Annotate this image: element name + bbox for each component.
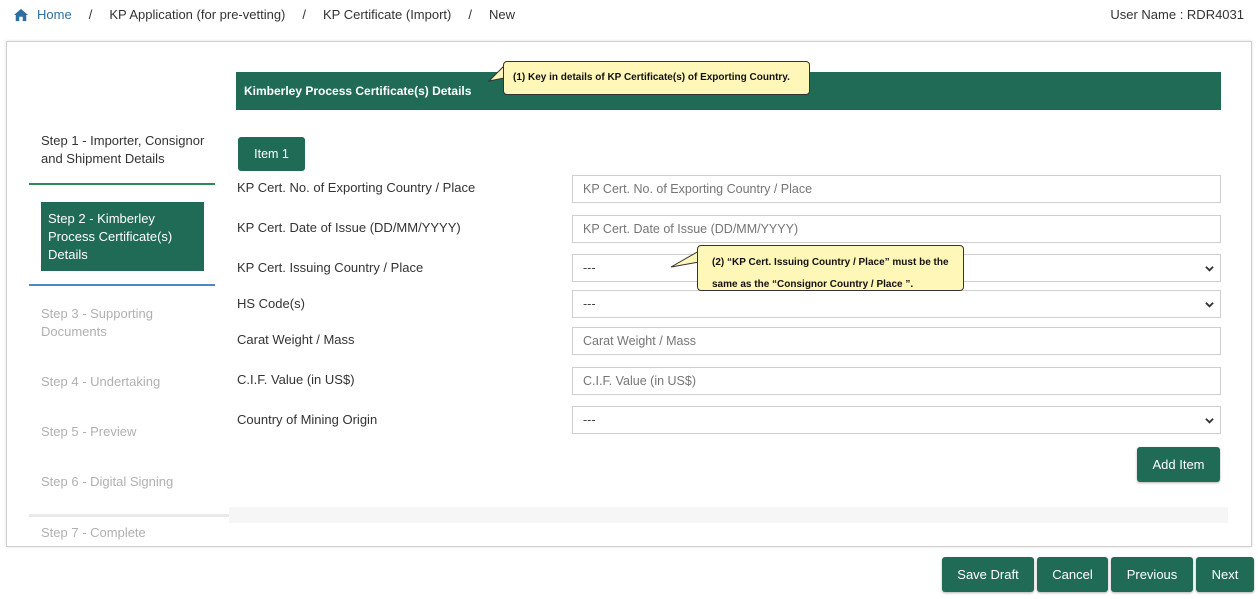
form-footer-strip: [229, 507, 1228, 523]
breadcrumb-separator: /: [468, 7, 472, 22]
carat-weight-label: Carat Weight / Mass: [237, 332, 355, 347]
breadcrumb-separator: /: [302, 7, 307, 22]
main-panel: Step 1 - Importer, Consignor and Shipmen…: [6, 41, 1252, 547]
cert-no-label: KP Cert. No. of Exporting Country / Plac…: [237, 180, 476, 195]
next-button[interactable]: Next: [1196, 557, 1254, 592]
user-name: User Name : RDR4031: [1110, 7, 1244, 22]
cif-value-label: C.I.F. Value (in US$): [237, 372, 355, 387]
step-6: Step 6 - Digital Signing: [41, 474, 174, 489]
breadcrumb: Home / KP Application (for pre-vetting) …: [14, 7, 515, 22]
issuing-country-value: ---: [583, 261, 596, 275]
mining-origin-value: ---: [583, 413, 596, 427]
home-icon[interactable]: [14, 8, 28, 22]
step-2-active[interactable]: Step 2 - Kimberley Process Certificate(s…: [41, 202, 204, 271]
hs-code-label: HS Code(s): [237, 296, 305, 311]
callout-2-line-1: (2) “KP Cert. Issuing Country / Place” m…: [712, 257, 949, 268]
chevron-down-icon: [1205, 302, 1214, 308]
step-1-underline: [29, 183, 215, 185]
breadcrumb-home[interactable]: Home: [37, 7, 72, 22]
step-7: Step 7 - Complete: [41, 525, 146, 540]
breadcrumb-separator: /: [88, 7, 93, 22]
tab-item-1[interactable]: Item 1: [238, 137, 305, 171]
chevron-down-icon: [1205, 266, 1214, 272]
step-1[interactable]: Step 1 - Importer, Consignor and Shipmen…: [29, 132, 215, 168]
step-3: Step 3 - Supporting Documents: [41, 306, 154, 339]
breadcrumb-kp-certificate-import[interactable]: KP Certificate (Import): [323, 7, 451, 22]
step-2-underline: [29, 284, 215, 286]
save-draft-button[interactable]: Save Draft: [942, 557, 1034, 592]
mining-origin-label: Country of Mining Origin: [237, 412, 378, 427]
step-5: Step 5 - Preview: [41, 424, 137, 439]
breadcrumb-new: New: [489, 7, 516, 22]
cif-value-input[interactable]: [572, 367, 1221, 395]
cert-date-input[interactable]: [572, 215, 1221, 243]
mining-origin-select[interactable]: ---: [572, 406, 1221, 434]
add-item-button[interactable]: Add Item: [1137, 447, 1220, 482]
chevron-down-icon: [1205, 418, 1214, 424]
cancel-button[interactable]: Cancel: [1037, 557, 1108, 592]
breadcrumb-kp-application[interactable]: KP Application (for pre-vetting): [109, 7, 285, 22]
callout-2: (2) “KP Cert. Issuing Country / Place” m…: [697, 245, 964, 291]
callout-2-line-2: same as the “Consignor Country / Place ”…: [712, 279, 914, 290]
cert-date-label: KP Cert. Date of Issue (DD/MM/YYYY): [237, 220, 461, 235]
callout-1: (1) Key in details of KP Certificate(s) …: [503, 61, 810, 95]
step-4: Step 4 - Undertaking: [41, 374, 161, 389]
top-bar: Home / KP Application (for pre-vetting) …: [0, 0, 1258, 30]
carat-weight-input[interactable]: [572, 327, 1221, 355]
previous-button[interactable]: Previous: [1111, 557, 1193, 592]
steps-divider: [29, 514, 229, 517]
cert-no-input[interactable]: [572, 175, 1221, 203]
hs-code-value: ---: [583, 297, 596, 311]
issuing-country-label: KP Cert. Issuing Country / Place: [237, 260, 424, 275]
